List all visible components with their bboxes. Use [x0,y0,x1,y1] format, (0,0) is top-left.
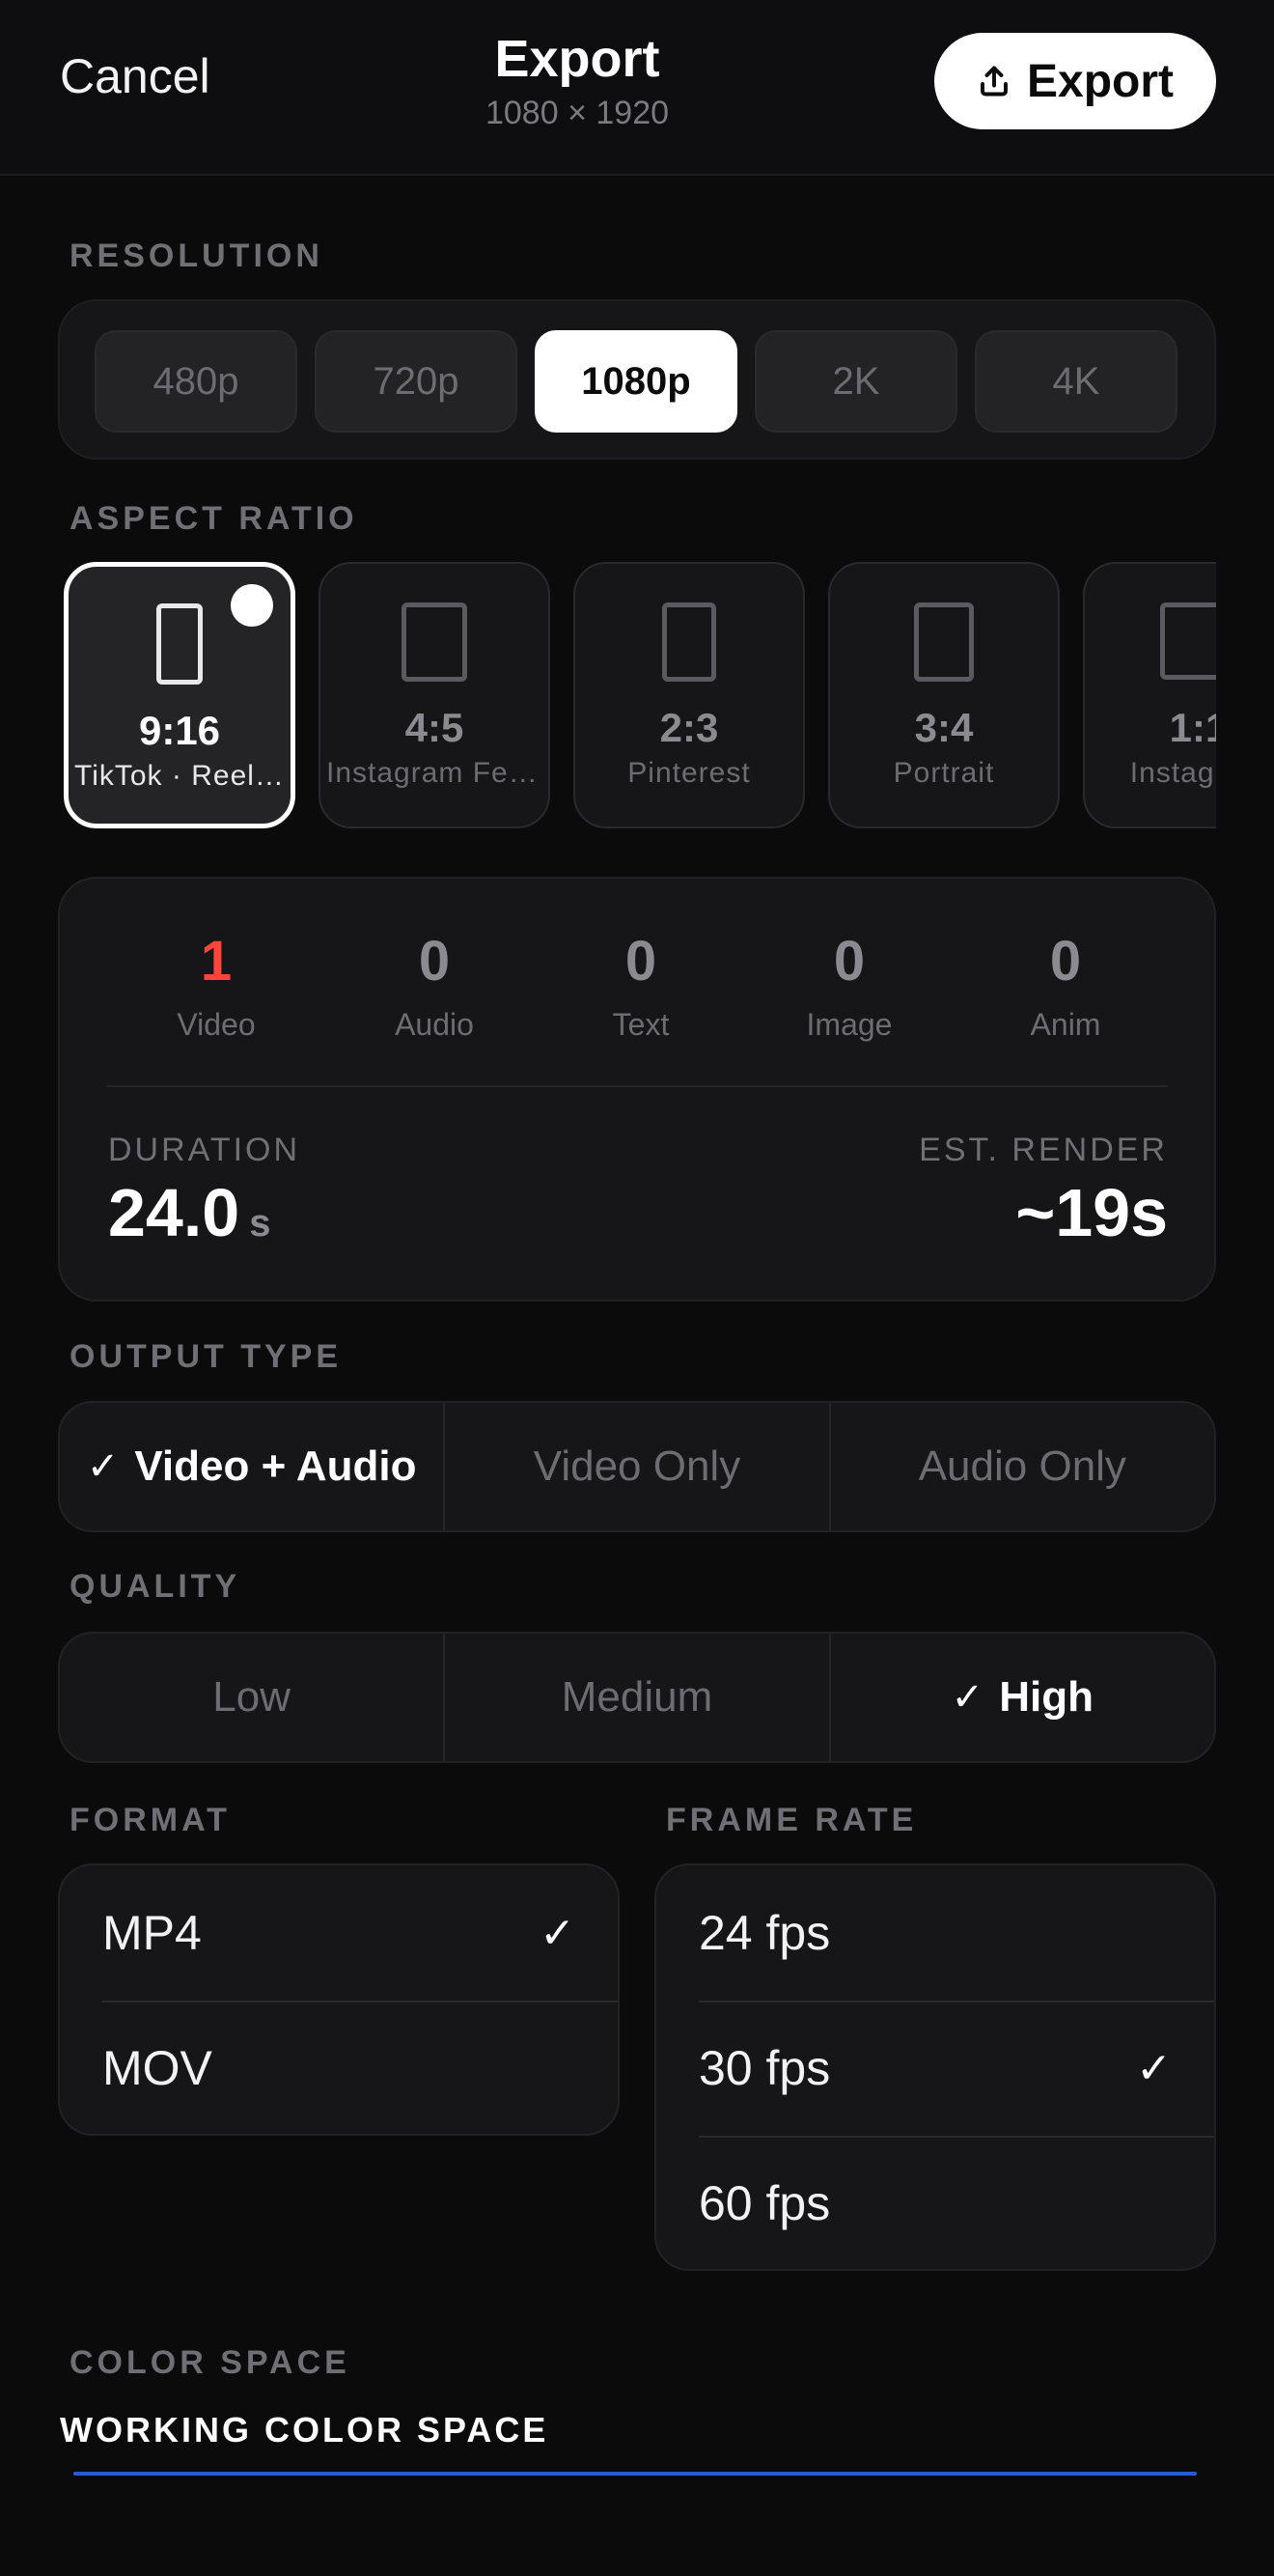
color-space-picker-edge[interactable] [73,2472,1197,2476]
header-bar: Cancel Export 1080 × 1920 Export [0,0,1274,176]
frame-rate-option-24[interactable]: 24 fps [656,1865,1214,2001]
count-video: 1 Video [129,929,303,1043]
count-label: Text [612,1007,670,1042]
quality-low[interactable]: Low [60,1634,446,1761]
aspect-ratio-platform: TikTok · Reels... [74,760,291,792]
aspect-ratio-platform: Pinterest [627,757,751,789]
export-button-label: Export [1026,55,1174,107]
format-option-mp4[interactable]: MP4 ✓ [60,1865,618,2001]
checkmark-icon: ✓ [540,1909,575,1957]
resolution-720p[interactable]: 720p [315,330,517,433]
aspect-ratio-value: 2:3 [659,705,719,750]
aspect-card-1-1[interactable]: 1:1 Instagram [1083,562,1216,828]
count-value: 0 [1049,930,1082,993]
option-label: MP4 [102,1906,202,1960]
aspect-ratio-platform: Portrait [893,757,995,789]
option-label: High [999,1673,1094,1721]
aspect-ratio-value: 4:5 [404,705,464,750]
count-anim: 0 Anim [979,929,1152,1043]
est-render-label: EST. RENDER [919,1132,1168,1168]
working-color-space-title: WORKING COLOR SPACE [60,2410,549,2450]
format-list: MP4 ✓ MOV [58,1863,620,2136]
aspect-card-3-4[interactable]: 3:4 Portrait [828,562,1060,828]
count-image: 0 Image [762,929,936,1043]
portrait-frame-icon [914,602,974,682]
duration-unit: s [249,1202,271,1245]
export-button[interactable]: Export [934,33,1216,129]
count-audio: 0 Audio [347,929,521,1043]
resolution-480p[interactable]: 480p [95,330,297,433]
quality-selector: Low Medium ✓ High [58,1632,1216,1763]
option-label: Low [212,1673,291,1721]
output-audio-only[interactable]: Audio Only [831,1403,1214,1530]
timeline-summary-card: 1 Video 0 Audio 0 Text 0 Image 0 Anim DU… [58,877,1216,1302]
duration-value: 24.0 s [108,1174,271,1251]
aspect-ratio-value: 3:4 [914,705,974,750]
divider [106,1085,1168,1087]
count-value: 0 [833,930,866,993]
quality-medium[interactable]: Medium [445,1634,831,1761]
duration-number: 24.0 [108,1175,240,1250]
frame-rate-list: 24 fps 30 fps ✓ 60 fps [654,1863,1216,2271]
checkmark-icon: ✓ [1136,2044,1172,2092]
output-type-label: OUTPUT TYPE [69,1338,343,1375]
color-space-label: COLOR SPACE [69,2344,350,2381]
option-label: MOV [102,2041,212,2095]
option-label: 30 fps [699,2041,831,2095]
quality-label: QUALITY [69,1568,241,1605]
aspect-ratio-platform: Instagram [1129,757,1216,789]
option-label: Audio Only [918,1442,1126,1490]
resolution-4k[interactable]: 4K [975,330,1177,433]
resolution-label: RESOLUTION [69,238,323,274]
aspect-ratio-scroller[interactable]: 9:16 TikTok · Reels... 4:5 Instagram Fee… [0,558,1216,830]
quality-high[interactable]: ✓ High [831,1634,1214,1761]
duration-label: DURATION [108,1132,301,1168]
aspect-ratio-label: ASPECT RATIO [69,500,358,537]
aspect-card-4-5[interactable]: 4:5 Instagram Feed [318,562,550,828]
frame-rate-option-60[interactable]: 60 fps [656,2136,1214,2269]
option-label: Video Only [533,1442,741,1490]
aspect-card-2-3[interactable]: 2:3 Pinterest [573,562,805,828]
aspect-ratio-platform: Instagram Feed [326,757,543,789]
portrait-frame-icon [662,602,716,682]
option-label: Video + Audio [134,1442,417,1490]
format-label: FORMAT [69,1802,231,1838]
output-video-audio[interactable]: ✓ Video + Audio [60,1403,446,1530]
frame-rate-option-30[interactable]: 30 fps ✓ [656,2001,1214,2136]
resolution-2k[interactable]: 2K [755,330,957,433]
count-value: 0 [418,930,451,993]
count-label: Anim [1030,1007,1101,1042]
selected-indicator-icon [231,584,273,627]
output-type-selector: ✓ Video + Audio Video Only Audio Only [58,1401,1216,1532]
est-render-value: ~19s [1015,1175,1168,1250]
option-label: 60 fps [699,2176,831,2230]
share-upload-icon [981,66,1008,97]
count-value: 1 [200,930,233,993]
square-frame-icon [1160,602,1216,680]
resolution-selector: 480p 720p 1080p 2K 4K [58,299,1216,460]
portrait-frame-icon [402,602,467,682]
count-value: 0 [624,930,657,993]
count-label: Image [806,1007,893,1042]
option-label: 24 fps [699,1906,831,1960]
portrait-frame-icon [156,603,203,685]
count-label: Video [177,1007,256,1042]
option-label: Medium [561,1673,713,1721]
aspect-ratio-value: 1:1 [1169,705,1216,750]
count-label: Audio [395,1007,474,1042]
checkmark-icon: ✓ [86,1445,120,1488]
checkmark-icon: ✓ [951,1676,984,1719]
output-video-only[interactable]: Video Only [445,1403,831,1530]
aspect-card-9-16[interactable]: 9:16 TikTok · Reels... [64,562,295,828]
format-option-mov[interactable]: MOV [60,2001,618,2134]
resolution-1080p[interactable]: 1080p [535,330,737,433]
count-text: 0 Text [554,929,728,1043]
aspect-ratio-value: 9:16 [138,708,221,753]
frame-rate-label: FRAME RATE [666,1802,918,1838]
